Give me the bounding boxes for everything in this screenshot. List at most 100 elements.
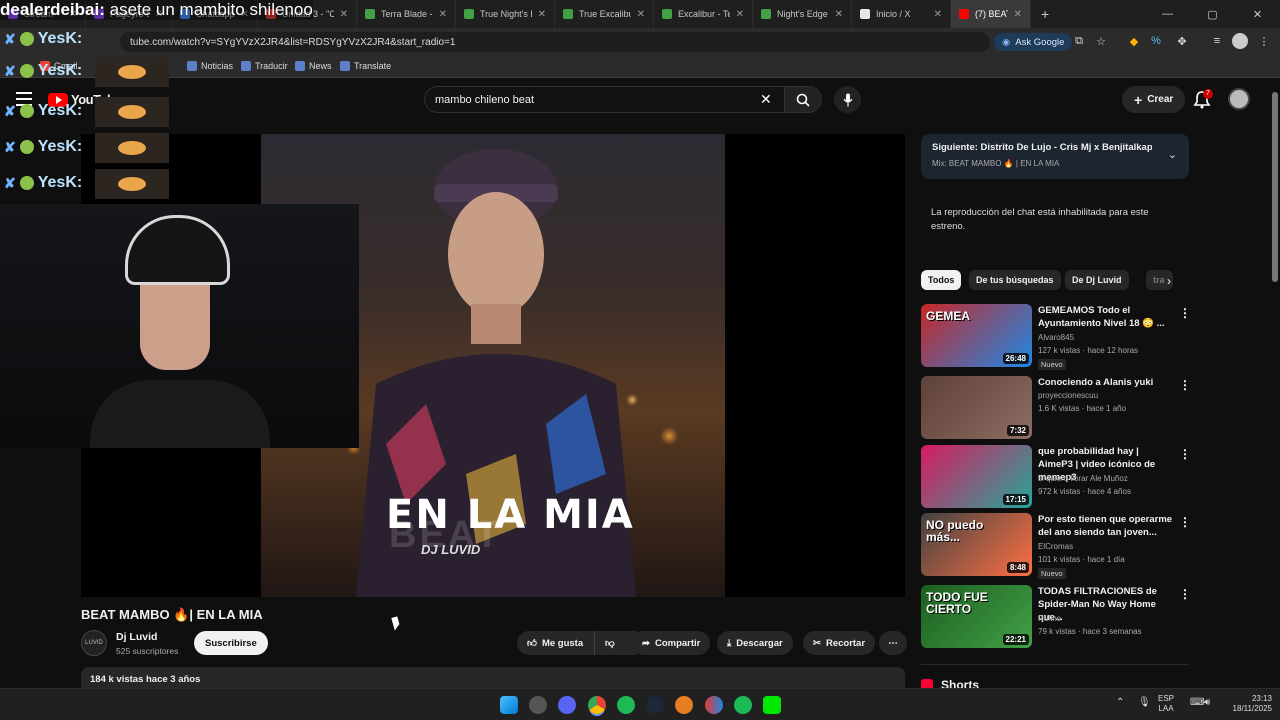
minimize-button[interactable]: — (1145, 0, 1190, 28)
browser-tab[interactable]: True Excalibur - ✕ (555, 0, 654, 28)
download-button[interactable]: ⤓ Descargar (717, 631, 793, 655)
browser-tab[interactable]: (7) BEAT M ✕ (951, 0, 1031, 28)
recommended-video-title[interactable]: Por esto tienen que operarme del ano sie… (1038, 513, 1173, 539)
page-scrollbar[interactable] (1270, 80, 1280, 688)
chip-de-dj-luvid[interactable]: De Dj Luvid (1065, 270, 1129, 290)
chevron-down-icon[interactable]: ⌄ (1168, 148, 1177, 161)
news-icon (295, 61, 305, 71)
recommended-channel-name[interactable]: proyeccionescuu (1038, 391, 1098, 400)
more-options-icon[interactable]: ⋮ (1179, 447, 1191, 461)
url-field[interactable]: tube.com/watch?v=SYgYVzX2JR4&list=RDSYgY… (120, 32, 990, 52)
close-tab-icon[interactable]: ✕ (538, 9, 546, 20)
share-icon[interactable]: ⧉ (1071, 33, 1087, 49)
chip-de-tus-busquedas[interactable]: De tus búsquedas (969, 270, 1061, 290)
subscribe-button[interactable]: Suscribirse (194, 631, 268, 655)
recommended-video[interactable]: GEMEA 26:48 GEMEAMOS Todo el Ayuntamiento … (921, 304, 1191, 370)
search-button[interactable] (784, 86, 822, 113)
video-thumbnail[interactable]: 17:15 (921, 445, 1032, 508)
channel-avatar[interactable]: LUVID (81, 630, 107, 656)
app-icon[interactable] (705, 696, 723, 714)
more-actions-button[interactable]: ⋯ (879, 631, 907, 655)
recommended-video-title[interactable]: GEMEAMOS Todo el Ayuntamiento Nivel 18 😳… (1038, 304, 1173, 330)
recommended-video-title[interactable]: Conociendo a Alanis yuki (1038, 376, 1173, 389)
browser-tab[interactable]: Terra Blade - Te ✕ (357, 0, 456, 28)
discord-icon[interactable] (558, 696, 576, 714)
close-tab-icon[interactable]: ✕ (340, 9, 348, 20)
video-thumbnail[interactable]: GEMEA 26:48 (921, 304, 1032, 367)
bookmark-news[interactable]: News (295, 61, 332, 71)
extension-icon[interactable]: ◆ (1126, 33, 1142, 49)
kick-icon[interactable] (763, 696, 781, 714)
bookmark-star-icon[interactable]: ☆ (1093, 33, 1109, 49)
more-options-icon[interactable]: ⋮ (1179, 378, 1191, 392)
recommended-video[interactable]: 7:32 Conociendo a Alanis yuki proyecciones… (921, 376, 1191, 440)
video-thumbnail[interactable]: 7:32 (921, 376, 1032, 439)
bookmark-noticias[interactable]: Noticias (187, 61, 233, 71)
ask-google-button[interactable]: ◉ Ask Google (994, 33, 1073, 51)
browser-menu-icon[interactable]: ⋮ (1256, 33, 1272, 49)
close-tab-icon[interactable]: ✕ (934, 9, 942, 20)
app-icon[interactable] (675, 696, 693, 714)
windows-start-icon[interactable] (500, 696, 518, 714)
recommended-video[interactable]: TODO FUE CIERTO 22:21 TODAS FILTRACIONES d… (921, 585, 1191, 649)
tray-microphone-icon[interactable]: 🎙︎ (1138, 698, 1151, 708)
recommended-video[interactable]: 17:15 que probabilidad hay | AimeP3 | vid… (921, 445, 1191, 509)
search-input[interactable]: mambo chileno beat (424, 86, 786, 113)
recommended-channel-name[interactable]: si quiero llorar Ale Muñoz (1038, 474, 1128, 483)
browser-tab[interactable]: True Night's Ed ✕ (456, 0, 555, 28)
extensions-puzzle-icon[interactable]: ✥ (1174, 33, 1190, 49)
close-tab-icon[interactable]: ✕ (835, 9, 843, 20)
chat-overlay-row: ✘ YesK: (4, 62, 82, 80)
bookmark-traducir[interactable]: Traducir (241, 61, 288, 71)
recommended-video[interactable]: NO puedo más... 8:48 Por esto tienen que o… (921, 513, 1191, 579)
app-icon[interactable] (529, 696, 547, 714)
spotify-icon[interactable] (734, 696, 752, 714)
browser-tab[interactable]: Excalibur - Terr ✕ (654, 0, 753, 28)
recommended-channel-name[interactable]: ElCromas (1038, 542, 1073, 551)
channel-name[interactable]: Dj Luvid (116, 631, 157, 643)
network-icon[interactable]: ⌨ (1190, 698, 1204, 708)
translate-extension-icon[interactable]: % (1148, 33, 1164, 49)
close-window-button[interactable]: ✕ (1235, 0, 1280, 28)
close-tab-icon[interactable]: ✕ (736, 9, 744, 20)
dislike-button[interactable]: 👎︎ (594, 631, 626, 655)
spotify-icon[interactable] (617, 696, 635, 714)
video-duration: 17:15 (1002, 494, 1029, 505)
steam-icon[interactable] (646, 696, 664, 714)
chip-todos[interactable]: Todos (921, 270, 962, 290)
up-next-panel[interactable]: Siguiente: Distrito De Lujo - Cris Mj x … (921, 134, 1189, 179)
bookmark-translate[interactable]: Translate (340, 61, 391, 71)
chat-username: YesK: (37, 62, 83, 79)
profile-icon[interactable] (1232, 33, 1248, 49)
new-tab-icon[interactable]: + (1041, 6, 1049, 22)
clock[interactable]: 23:13 18/11/2025 (1226, 694, 1272, 714)
more-options-icon[interactable]: ⋮ (1179, 515, 1191, 529)
more-options-icon[interactable]: ⋮ (1179, 306, 1191, 320)
like-label: Me gusta (541, 637, 584, 649)
account-avatar[interactable] (1228, 88, 1250, 110)
maximize-button[interactable]: ▢ (1190, 0, 1235, 28)
video-thumbnail[interactable]: NO puedo más... 8:48 (921, 513, 1032, 576)
more-options-icon[interactable]: ⋮ (1179, 587, 1191, 601)
clip-button[interactable]: ✂ Recortar (803, 631, 876, 655)
video-thumbnail[interactable]: TODO FUE CIERTO 22:21 (921, 585, 1032, 648)
chevron-right-icon[interactable]: › (1167, 274, 1171, 288)
tab-favicon-icon (662, 9, 672, 19)
close-tab-icon[interactable]: ✕ (1014, 9, 1022, 20)
close-tab-icon[interactable]: ✕ (439, 9, 447, 20)
clear-search-icon[interactable]: ✕ (760, 91, 772, 108)
volume-icon[interactable]: 🔊︎ (1204, 698, 1210, 708)
close-tab-icon[interactable]: ✕ (637, 9, 645, 20)
reading-list-icon[interactable]: ≡ (1209, 33, 1225, 49)
recommended-channel-name[interactable]: Rufino (1038, 614, 1061, 623)
browser-tab[interactable]: Inicio / X ✕ (852, 0, 951, 28)
tab-favicon-icon (860, 9, 870, 19)
recommended-channel-name[interactable]: Alvaro845 (1038, 333, 1074, 342)
voice-search-button[interactable] (834, 86, 861, 113)
share-button[interactable]: ➦ Compartir (632, 631, 711, 655)
browser-tab[interactable]: Night's Edge - ✕ (753, 0, 852, 28)
chrome-icon[interactable] (588, 696, 606, 714)
language-indicator[interactable]: ESP LAA (1158, 694, 1174, 714)
tray-chevron-up-icon[interactable]: ⌃ (1116, 698, 1124, 708)
create-button[interactable]: + Crear (1122, 86, 1186, 113)
